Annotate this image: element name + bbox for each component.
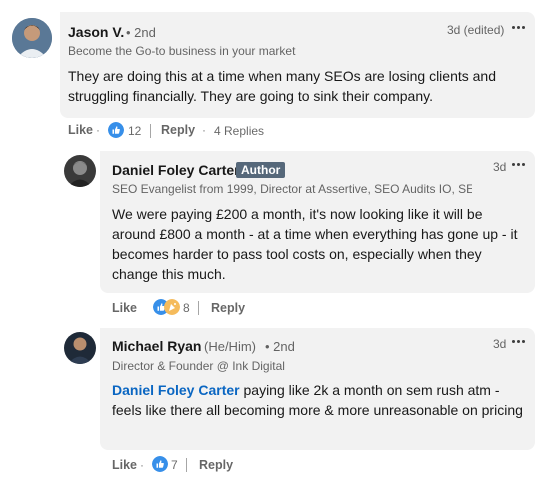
more-options-icon[interactable] — [512, 160, 528, 170]
separator-dot: · — [140, 458, 144, 472]
like-reaction-icon — [108, 122, 124, 138]
author-headline: Director & Founder @ Ink Digital — [112, 359, 285, 373]
author-headline: SEO Evangelist from 1999, Director at As… — [112, 182, 472, 196]
connection-degree: • 2nd — [126, 25, 156, 40]
comment-timestamp: 3d — [493, 160, 507, 174]
reply-button[interactable]: Reply — [199, 458, 233, 472]
replies-count[interactable]: 4 Replies — [214, 124, 264, 138]
divider — [198, 301, 199, 315]
reaction-count[interactable]: 7 — [171, 458, 178, 472]
reply-button[interactable]: Reply — [161, 123, 195, 137]
comment-author-name[interactable]: Jason V. — [68, 24, 124, 40]
comment-author-name[interactable]: Daniel Foley Carter — [112, 162, 240, 178]
comment-timestamp: 3d — [493, 337, 507, 351]
comment-text: They are doing this at a time when many … — [68, 68, 496, 104]
mention-link[interactable]: Daniel Foley Carter — [112, 382, 240, 398]
reaction-count[interactable]: 12 — [128, 124, 141, 138]
separator-dot: · — [202, 123, 206, 137]
like-reaction-icon — [152, 456, 168, 472]
author-badge: Author — [236, 162, 286, 178]
reply-button[interactable]: Reply — [211, 301, 245, 315]
reaction-count[interactable]: 8 — [183, 301, 190, 315]
celebrate-reaction-icon — [164, 299, 180, 315]
like-button[interactable]: Like — [68, 123, 93, 137]
separator-dot: · — [96, 123, 100, 137]
more-options-icon[interactable] — [512, 337, 528, 347]
comment-text: Daniel Foley Carter paying like 2k a mon… — [112, 380, 524, 420]
author-pronouns: (He/Him) — [204, 339, 256, 354]
avatar-daniel[interactable] — [64, 155, 96, 187]
divider — [150, 124, 151, 138]
connection-degree: • 2nd — [265, 339, 295, 354]
like-button[interactable]: Like — [112, 301, 137, 315]
more-options-icon[interactable] — [512, 23, 528, 33]
avatar-michael[interactable] — [64, 332, 96, 364]
comment-text: We were paying £200 a month, it's now lo… — [112, 206, 518, 282]
like-button[interactable]: Like — [112, 458, 137, 472]
divider — [186, 458, 187, 472]
avatar-jason[interactable] — [12, 18, 52, 58]
comment-author-name[interactable]: Michael Ryan — [112, 338, 201, 354]
author-headline: Become the Go-to business in your market — [68, 44, 296, 58]
comment-timestamp: 3d (edited) — [447, 23, 505, 37]
